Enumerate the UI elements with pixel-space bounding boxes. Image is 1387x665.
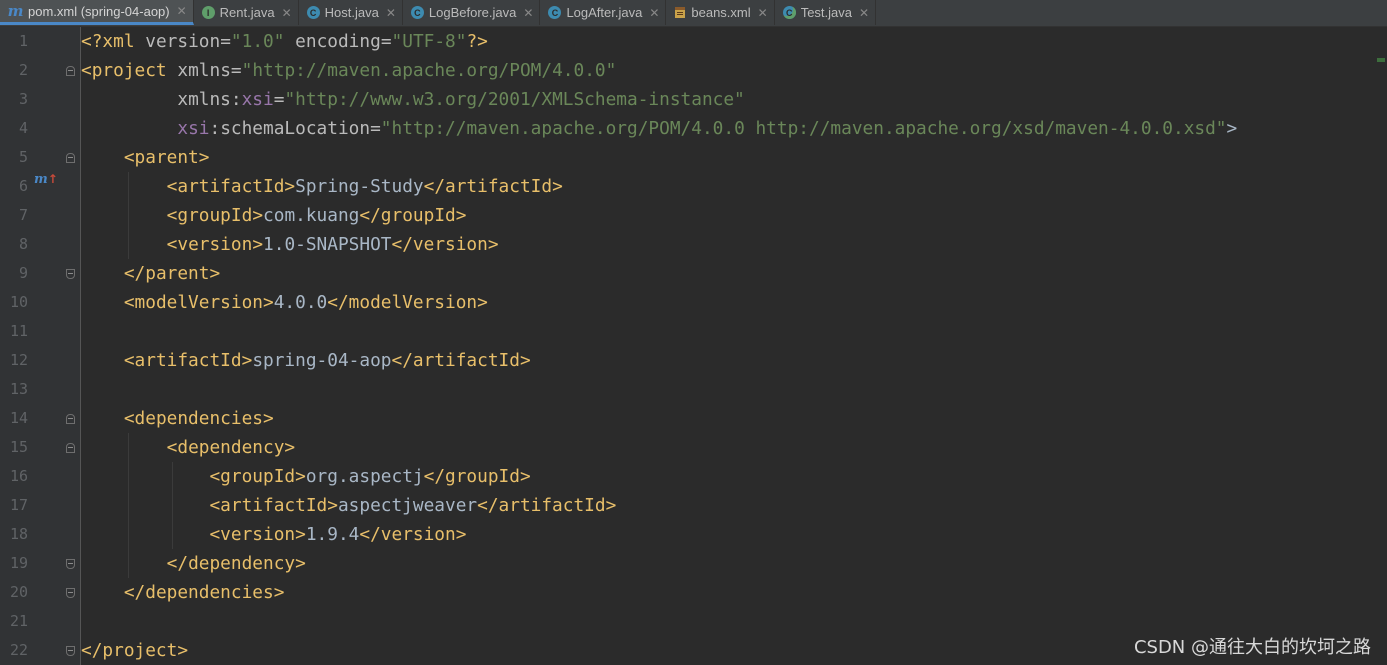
test-class-icon: C [782,6,796,19]
editor-gutter: m↑ 1 2 3 4 5 6 7 8 9 10 11 12 13 14 15 16 17 18 19 20 21 22 [0,27,81,665]
code-line[interactable]: <version>1.9.4</version> [81,520,466,549]
line-number: 5 [18,148,28,166]
code-line[interactable]: <?xml version="1.0" encoding="UTF-8"?> [81,27,488,56]
maven-m-glyph: m [34,172,48,187]
maven-icon: m [7,2,24,20]
line-number: 15 [9,438,28,456]
up-arrow-icon: ↑ [47,172,58,186]
line-number: 4 [18,119,28,137]
code-line[interactable]: <artifactId>Spring-Study</artifactId> [81,172,563,201]
line-number: 11 [9,322,28,340]
class-icon: C [410,6,424,19]
line-number: 20 [9,583,28,601]
editor-tab-label: Host.java [324,5,379,20]
close-icon[interactable]: ✕ [859,6,869,20]
fold-toggle-icon[interactable] [66,269,75,279]
line-number: 2 [18,61,28,79]
editor-tab-label: pom.xml (spring-04-aop) [28,3,170,19]
editor-tab[interactable]: I Rent.java ✕ [194,0,299,25]
line-number: 19 [9,554,28,572]
line-number: 13 [9,380,28,398]
fold-toggle-icon[interactable] [66,646,75,656]
editor-tab-label: LogBefore.java [428,5,517,20]
fold-toggle-icon[interactable] [66,588,75,598]
close-icon[interactable]: ✕ [649,6,659,20]
code-line[interactable]: <project xmlns="http://maven.apache.org/… [81,56,616,85]
code-line[interactable]: xmlns:xsi="http://www.w3.org/2001/XMLSch… [81,85,744,114]
editor-tab[interactable]: m pom.xml (spring-04-aop) ✕ [0,0,194,25]
line-number: 22 [9,641,28,659]
editor-tab-label: Test.java [800,5,853,20]
close-icon[interactable]: ✕ [386,6,396,20]
code-line[interactable]: xsi:schemaLocation="http://maven.apache.… [81,114,1237,143]
code-line[interactable]: </dependencies> [81,578,285,607]
maven-parent-gutter-icon[interactable]: m↑ [34,172,58,187]
line-number: 14 [9,409,28,427]
editor-tab[interactable]: beans.xml ✕ [666,0,775,25]
code-line[interactable]: <dependency> [81,433,295,462]
line-number: 17 [9,496,28,514]
line-number: 7 [18,206,28,224]
code-line[interactable]: <artifactId>spring-04-aop</artifactId> [81,346,531,375]
fold-toggle-icon[interactable] [66,414,75,424]
code-line[interactable]: </parent> [81,259,220,288]
editor-tab-label: Rent.java [219,5,275,20]
fold-toggle-icon[interactable] [66,153,75,163]
class-icon: C [306,6,320,19]
xml-file-icon [674,6,686,19]
editor-tab[interactable]: C Host.java ✕ [299,0,403,25]
close-icon[interactable]: ✕ [282,6,292,20]
line-number: 21 [9,612,28,630]
line-number: 12 [9,351,28,369]
fold-toggle-icon[interactable] [66,559,75,569]
class-icon: C [548,6,562,19]
error-stripe-ok-marker[interactable] [1377,58,1385,62]
watermark: CSDN @通往大白的坎坷之路 [1133,637,1371,658]
close-icon[interactable]: ✕ [523,6,533,20]
line-number: 1 [18,32,28,50]
code-editor[interactable]: <?xml version="1.0" encoding="UTF-8"?> <p… [81,27,1387,665]
editor-tab-bar: m pom.xml (spring-04-aop) ✕ I Rent.java ✕ C Hos… [0,0,1387,27]
code-line[interactable]: <modelVersion>4.0.0</modelVersion> [81,288,488,317]
line-number: 18 [9,525,28,543]
code-line[interactable]: <parent> [81,143,210,172]
line-number: 16 [9,467,28,485]
code-line[interactable]: <groupId>com.kuang</groupId> [81,201,467,230]
close-icon[interactable]: ✕ [177,4,187,18]
interface-icon: I [201,6,215,19]
editor-tab[interactable]: C LogBefore.java ✕ [403,0,541,25]
code-line[interactable]: </project> [81,636,188,665]
code-line[interactable]: <dependencies> [81,404,274,433]
fold-toggle-icon[interactable] [66,66,75,76]
code-line[interactable]: <version>1.0-SNAPSHOT</version> [81,230,499,259]
code-line[interactable]: <groupId>org.aspectj</groupId> [81,462,530,491]
line-number: 10 [9,293,28,311]
editor-tab[interactable]: C Test.java ✕ [775,0,877,25]
code-line[interactable]: <artifactId>aspectjweaver</artifactId> [81,491,616,520]
editor-tab-label: LogAfter.java [566,5,643,20]
line-number: 6 [18,177,28,195]
line-number: 9 [18,264,28,282]
fold-toggle-icon[interactable] [66,443,75,453]
line-number: 8 [18,235,28,253]
code-line[interactable]: </dependency> [81,549,306,578]
editor-tab[interactable]: C LogAfter.java ✕ [540,0,667,25]
line-number: 3 [18,90,28,108]
editor-tab-label: beans.xml [691,5,751,20]
close-icon[interactable]: ✕ [758,6,768,20]
